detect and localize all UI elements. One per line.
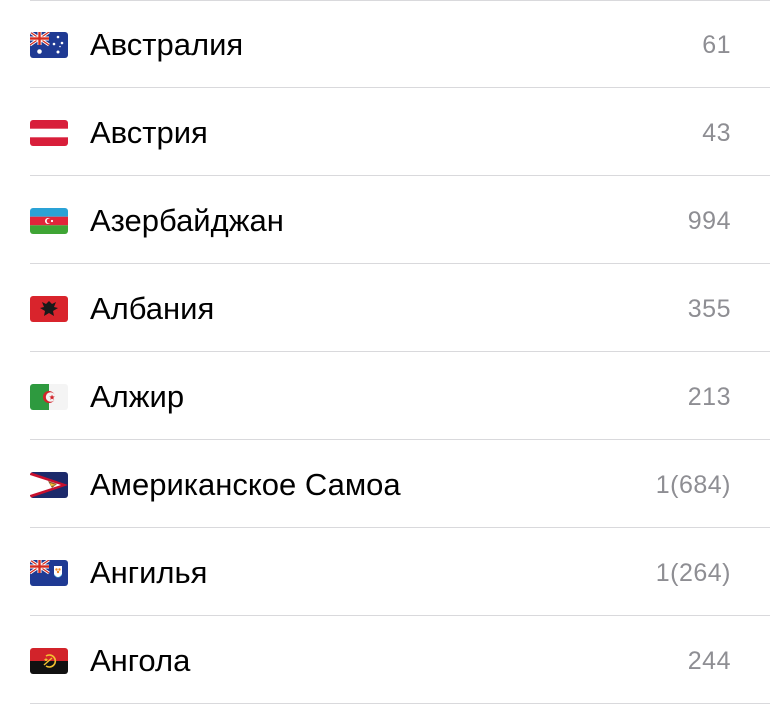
country-code: 43	[702, 119, 731, 147]
country-name: Ангола	[90, 643, 191, 678]
country-code: 244	[687, 647, 731, 675]
american-samoa-flag-icon	[30, 472, 68, 498]
country-row-austria[interactable]: Австрия 43	[0, 88, 770, 176]
country-row-azerbaijan[interactable]: Азербайджан 994	[0, 176, 770, 264]
country-code: 61	[702, 31, 731, 59]
country-code: 1(264)	[655, 559, 731, 587]
country-row-albania[interactable]: Албания 355	[0, 264, 770, 352]
country-row-angola[interactable]: Ангола 244	[0, 616, 770, 704]
country-row-algeria[interactable]: Алжир 213	[0, 352, 770, 440]
country-row-american-samoa[interactable]: Американское Самоа 1(684)	[0, 440, 770, 528]
anguilla-flag-icon	[30, 560, 68, 586]
country-code: 355	[687, 295, 731, 323]
country-row-australia[interactable]: Австралия 61	[0, 0, 770, 88]
angola-flag-icon	[30, 648, 68, 674]
country-name: Ангилья	[90, 555, 208, 590]
country-name: Австралия	[90, 27, 244, 62]
country-code: 994	[687, 207, 731, 235]
country-name: Австрия	[90, 115, 208, 150]
albania-flag-icon	[30, 296, 68, 322]
country-row-anguilla[interactable]: Ангилья 1(264)	[0, 528, 770, 616]
country-name: Американское Самоа	[90, 467, 401, 502]
country-name: Азербайджан	[90, 203, 284, 238]
country-code: 213	[687, 383, 731, 411]
austria-flag-icon	[30, 120, 68, 146]
australia-flag-icon	[30, 32, 68, 58]
algeria-flag-icon	[30, 384, 68, 410]
azerbaijan-flag-icon	[30, 208, 68, 234]
country-code: 1(684)	[655, 471, 731, 499]
country-name: Албания	[90, 291, 215, 326]
country-name: Алжир	[90, 379, 185, 414]
